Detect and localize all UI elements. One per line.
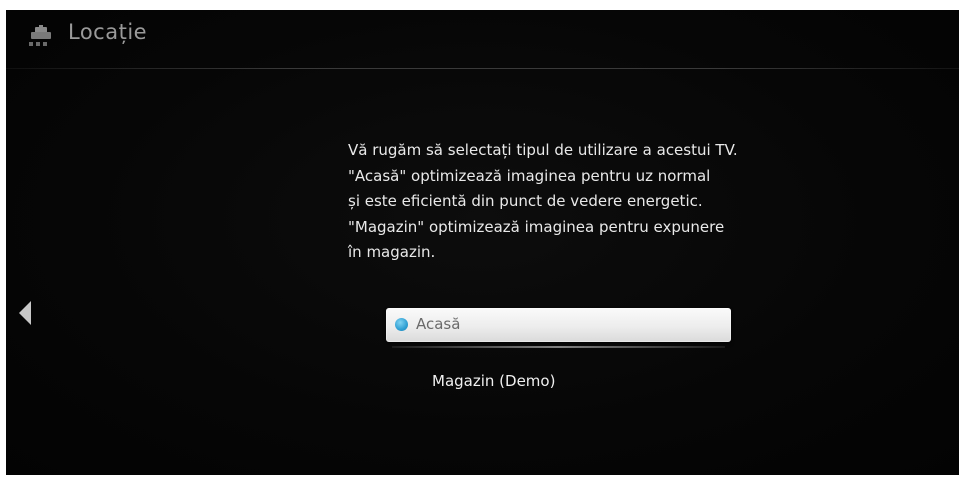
toolbox-setup-icon (26, 24, 56, 50)
header: Locație (6, 10, 959, 70)
description-line: Vă rugăm să selectați tipul de utilizare… (348, 141, 738, 159)
tv-screen: Locație Vă rugăm să selectați tipul de u… (6, 10, 959, 475)
option-label: Acasă (416, 315, 461, 333)
option-label: Magazin (Demo) (432, 372, 556, 390)
usage-description: Vă rugăm să selectați tipul de utilizare… (348, 138, 808, 266)
description-line: "Magazin" optimizează imaginea pentru ex… (348, 217, 725, 236)
page-title: Locație (68, 20, 148, 44)
description-line: în magazin. (348, 243, 436, 261)
radio-selected-icon (395, 318, 408, 331)
description-line: "Acasă" optimizează imaginea pentru uz n… (348, 166, 711, 185)
triangle-left-icon[interactable] (18, 300, 32, 326)
option-home[interactable]: Acasă (386, 308, 731, 348)
description-line: și este eficientă din punct de vedere en… (348, 192, 703, 210)
option-store-demo[interactable]: Magazin (Demo) (386, 354, 731, 394)
header-divider (6, 68, 959, 69)
location-options-list: Acasă Magazin (Demo) (386, 308, 731, 394)
